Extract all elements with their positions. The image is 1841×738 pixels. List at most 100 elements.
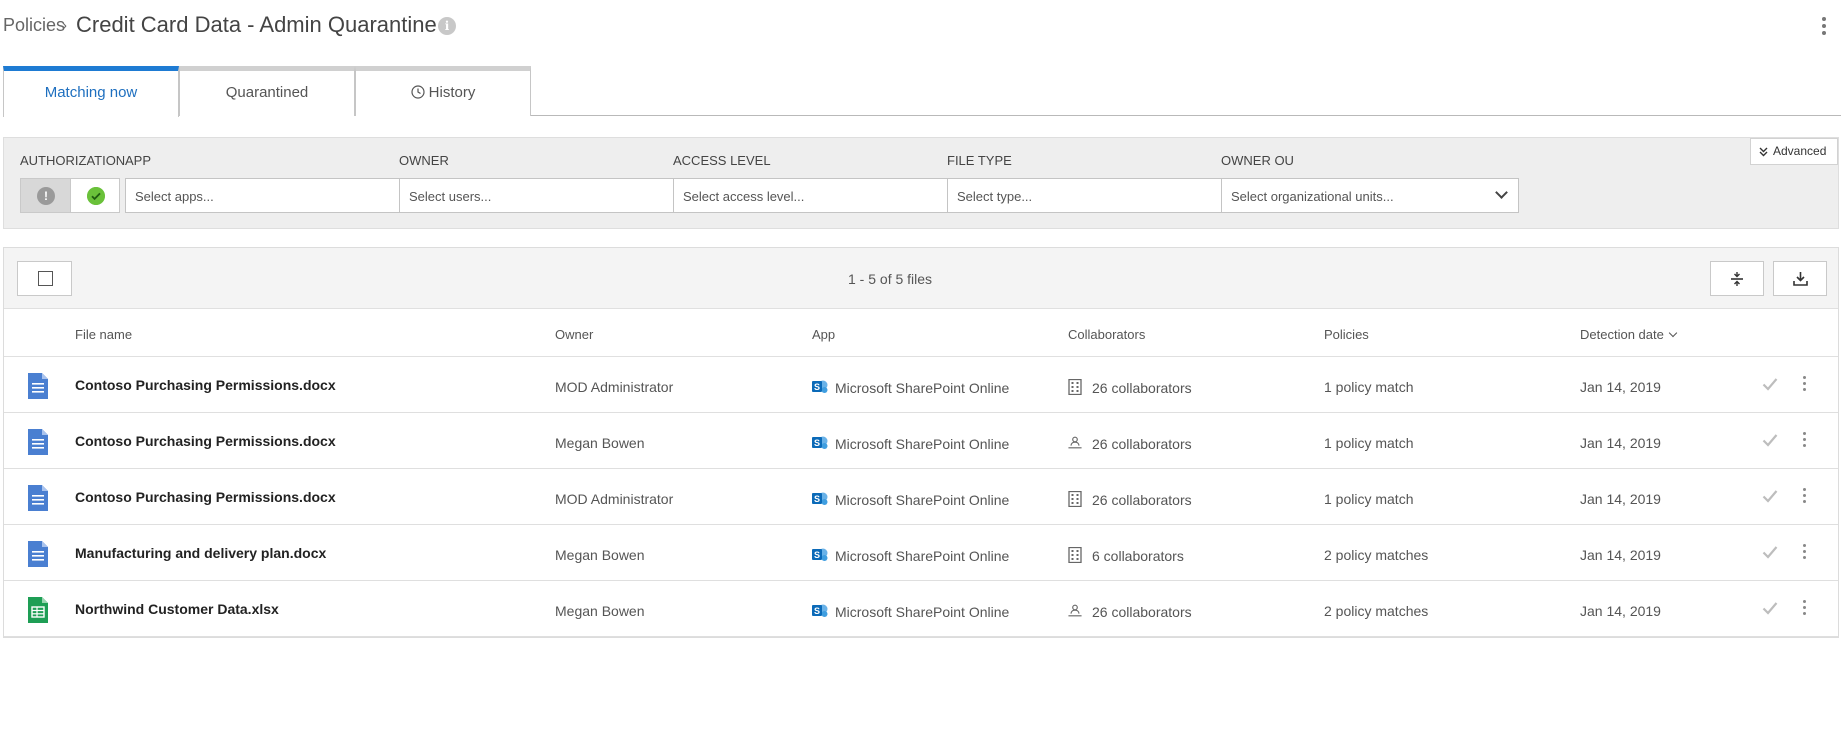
- authorization-toggle[interactable]: !: [20, 178, 120, 213]
- row-more-options-icon[interactable]: [1801, 485, 1807, 507]
- advanced-label: Advanced: [1773, 144, 1827, 158]
- policies-cell[interactable]: 2 policy matches: [1324, 603, 1428, 619]
- app-select[interactable]: Select apps...: [125, 178, 423, 213]
- row-more-options-icon[interactable]: [1801, 429, 1807, 451]
- sharepoint-icon: S: [812, 604, 828, 617]
- sharepoint-icon: S: [812, 548, 828, 561]
- tab-label: Quarantined: [225, 84, 309, 101]
- access-level-select-placeholder: Select access level...: [683, 189, 805, 204]
- collaborators-cell[interactable]: 26 collaborators: [1068, 491, 1192, 508]
- policies-cell[interactable]: 2 policy matches: [1324, 547, 1428, 563]
- owner-ou-select[interactable]: Select organizational units...: [1221, 178, 1519, 213]
- tab-bar: Matching now Quarantined History: [3, 66, 1841, 117]
- resolve-check-icon[interactable]: [1762, 433, 1778, 447]
- collaborators-cell[interactable]: 6 collaborators: [1068, 547, 1184, 564]
- warning-icon: !: [37, 187, 55, 205]
- column-header-collaborators[interactable]: Collaborators: [1068, 327, 1145, 342]
- breadcrumb-policies[interactable]: Policies: [3, 15, 65, 36]
- column-header-app[interactable]: App: [812, 327, 835, 342]
- row-more-options-icon[interactable]: [1801, 597, 1807, 619]
- app-cell: S Microsoft SharePoint Online: [812, 491, 1009, 508]
- svg-text:S: S: [814, 382, 820, 392]
- file-name[interactable]: Northwind Customer Data.xlsx: [75, 601, 279, 617]
- file-type-select-placeholder: Select type...: [957, 189, 1033, 204]
- svg-text:S: S: [814, 438, 820, 448]
- external-users-icon: [1068, 436, 1082, 449]
- owner-cell: MOD Administrator: [555, 491, 674, 507]
- policies-cell[interactable]: 1 policy match: [1324, 435, 1413, 451]
- app-name: Microsoft SharePoint Online: [835, 492, 1010, 508]
- excel-spreadsheet-icon: [28, 597, 48, 623]
- tab-quarantined[interactable]: Quarantined: [179, 66, 355, 116]
- filter-label-owner: OWNER: [399, 153, 449, 168]
- row-more-options-icon[interactable]: [1801, 373, 1807, 395]
- collaborators-count: 26 collaborators: [1092, 436, 1192, 452]
- sharepoint-icon: S: [812, 492, 828, 505]
- column-header-owner[interactable]: Owner: [555, 327, 593, 342]
- app-name: Microsoft SharePoint Online: [835, 548, 1010, 564]
- clock-icon: [411, 85, 425, 99]
- filter-label-app: APP: [125, 153, 152, 168]
- svg-text:S: S: [814, 606, 820, 616]
- access-level-select[interactable]: Select access level...: [673, 178, 971, 213]
- policies-cell[interactable]: 1 policy match: [1324, 491, 1413, 507]
- info-icon[interactable]: i: [438, 17, 456, 35]
- collaborators-count: 26 collaborators: [1092, 492, 1192, 508]
- export-button[interactable]: [1773, 261, 1827, 296]
- table-toolbar: 1 - 5 of 5 files: [4, 248, 1838, 309]
- table-row[interactable]: Contoso Purchasing Permissions.docx Megan…: [4, 413, 1838, 469]
- check-circle-icon[interactable]: [87, 187, 105, 205]
- more-options-icon[interactable]: [1818, 14, 1830, 40]
- breadcrumb-separator: ›: [62, 17, 67, 34]
- file-name[interactable]: Contoso Purchasing Permissions.docx: [75, 377, 336, 393]
- resolve-check-icon[interactable]: [1762, 377, 1778, 391]
- tab-history[interactable]: History: [355, 66, 531, 116]
- file-name[interactable]: Contoso Purchasing Permissions.docx: [75, 489, 336, 505]
- sharepoint-icon: S: [812, 436, 828, 449]
- svg-text:S: S: [814, 494, 820, 504]
- file-type-select[interactable]: Select type...: [947, 178, 1245, 213]
- advanced-button[interactable]: Advanced: [1750, 138, 1838, 165]
- owner-select-placeholder: Select users...: [409, 189, 492, 204]
- svg-text:S: S: [814, 550, 820, 560]
- collaborators-cell[interactable]: 26 collaborators: [1068, 379, 1192, 396]
- word-document-icon: [28, 541, 48, 567]
- word-document-icon: [28, 429, 48, 455]
- app-cell: S Microsoft SharePoint Online: [812, 435, 1009, 452]
- select-all-checkbox[interactable]: [17, 261, 72, 296]
- file-name[interactable]: Contoso Purchasing Permissions.docx: [75, 433, 336, 449]
- files-table: 1 - 5 of 5 files File name Owner App Col…: [3, 247, 1839, 638]
- table-row[interactable]: Contoso Purchasing Permissions.docx MOD A…: [4, 357, 1838, 413]
- table-row[interactable]: Manufacturing and delivery plan.docx Mega…: [4, 525, 1838, 581]
- column-header-detection-date[interactable]: Detection date: [1580, 327, 1678, 342]
- building-icon: [1068, 491, 1082, 507]
- collaborators-cell[interactable]: 26 collaborators: [1068, 435, 1192, 452]
- resolve-check-icon[interactable]: [1762, 545, 1778, 559]
- file-name[interactable]: Manufacturing and delivery plan.docx: [75, 545, 326, 561]
- table-row[interactable]: Northwind Customer Data.xlsx Megan Bowen S…: [4, 581, 1838, 637]
- policies-cell[interactable]: 1 policy match: [1324, 379, 1413, 395]
- detection-date-cell: Jan 14, 2019: [1580, 547, 1661, 563]
- owner-select[interactable]: Select users...: [399, 178, 697, 213]
- building-icon: [1068, 547, 1082, 563]
- double-chevron-down-icon: [1759, 147, 1768, 157]
- sharepoint-icon: S: [812, 380, 828, 393]
- resolve-check-icon[interactable]: [1762, 601, 1778, 615]
- owner-cell: Megan Bowen: [555, 603, 645, 619]
- table-row[interactable]: Contoso Purchasing Permissions.docx MOD A…: [4, 469, 1838, 525]
- app-cell: S Microsoft SharePoint Online: [812, 603, 1009, 620]
- authorization-unsanctioned-option[interactable]: !: [21, 179, 71, 212]
- resolve-check-icon[interactable]: [1762, 489, 1778, 503]
- collaborators-count: 6 collaborators: [1092, 548, 1184, 564]
- app-cell: S Microsoft SharePoint Online: [812, 547, 1009, 564]
- column-header-policies[interactable]: Policies: [1324, 327, 1369, 342]
- detection-date-cell: Jan 14, 2019: [1580, 435, 1661, 451]
- chevron-down-icon: [1495, 186, 1508, 199]
- tab-matching-now[interactable]: Matching now: [3, 66, 179, 117]
- filter-label-access-level: ACCESS LEVEL: [673, 153, 771, 168]
- collaborators-cell[interactable]: 26 collaborators: [1068, 603, 1192, 620]
- column-header-file-name[interactable]: File name: [75, 327, 132, 342]
- app-name: Microsoft SharePoint Online: [835, 380, 1010, 396]
- collapse-rows-button[interactable]: [1710, 261, 1764, 296]
- row-more-options-icon[interactable]: [1801, 541, 1807, 563]
